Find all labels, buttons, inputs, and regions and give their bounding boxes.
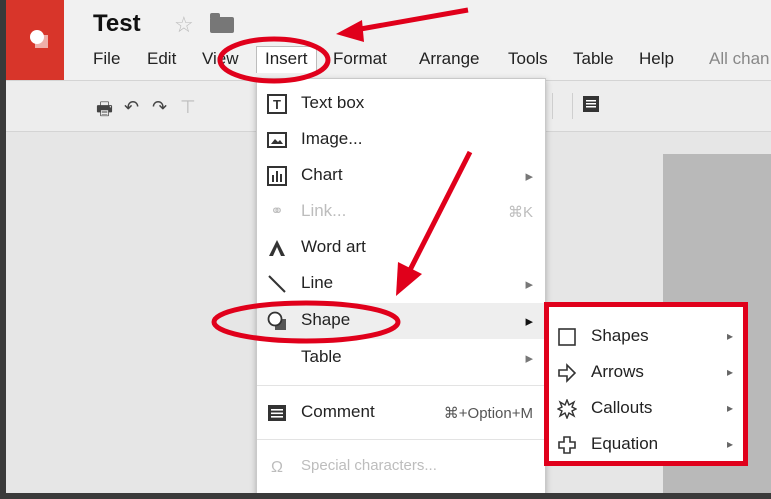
menu-item-label: Comment bbox=[301, 402, 375, 421]
menu-item-chart[interactable]: Chart ▸ bbox=[257, 158, 545, 194]
submenu-item-label: Callouts bbox=[591, 398, 653, 417]
square-icon bbox=[558, 328, 576, 346]
menu-item-link[interactable]: ⚭ Link... ⌘K bbox=[257, 194, 545, 230]
submenu-item-shapes[interactable]: Shapes ▸ bbox=[549, 319, 743, 355]
insert-menu-dropdown: T Text box Image... Chart ▸ ⚭ Link... ⌘K… bbox=[256, 78, 546, 493]
submenu-item-equation[interactable]: Equation ▸ bbox=[549, 427, 743, 463]
menu-item-label: Image... bbox=[301, 129, 363, 148]
menu-item-image[interactable]: Image... bbox=[257, 122, 545, 158]
undo-icon[interactable]: ↶ bbox=[124, 97, 139, 118]
paint-format-icon[interactable]: ⊤ bbox=[180, 97, 196, 118]
shape-submenu: Shapes ▸ Arrows ▸ Callouts ▸ Equation ▸ bbox=[544, 302, 748, 466]
menu-item-table[interactable]: Table ▸ bbox=[257, 340, 545, 376]
line-icon bbox=[268, 275, 286, 293]
menu-item-shortcut: ⌘+Option+M bbox=[443, 405, 533, 422]
toolbar-separator bbox=[552, 93, 553, 119]
menu-item-label: Table bbox=[301, 347, 342, 366]
word-art-icon bbox=[269, 240, 285, 256]
submenu-arrow-icon: ▸ bbox=[726, 329, 733, 343]
print-icon[interactable]: 🖶 bbox=[96, 97, 113, 127]
submenu-arrow-icon: ▸ bbox=[726, 401, 733, 415]
text-box-icon: T bbox=[267, 94, 287, 114]
submenu-item-label: Equation bbox=[591, 434, 659, 453]
submenu-arrow-icon: ▸ bbox=[525, 276, 533, 293]
save-status: All chan bbox=[709, 49, 770, 68]
menu-divider bbox=[257, 385, 545, 386]
menu-item-shortcut: ⌘K bbox=[507, 204, 533, 221]
submenu-item-label: Arrows bbox=[591, 362, 644, 381]
menu-file[interactable]: File bbox=[93, 49, 120, 69]
document-title[interactable]: Test bbox=[93, 10, 141, 38]
menu-item-label: Link... bbox=[301, 201, 347, 220]
submenu-item-arrows[interactable]: Arrows ▸ bbox=[549, 355, 743, 391]
svg-text:T: T bbox=[273, 97, 281, 112]
menu-view[interactable]: View bbox=[202, 49, 239, 69]
menu-item-label: Text box bbox=[301, 93, 365, 112]
menu-divider bbox=[257, 439, 545, 440]
shape-icon bbox=[267, 311, 286, 330]
menu-insert[interactable]: Insert bbox=[256, 46, 317, 73]
menu-arrange[interactable]: Arrange bbox=[419, 49, 479, 69]
callout-icon bbox=[557, 399, 577, 419]
presentation-logo-icon bbox=[30, 30, 48, 48]
menu-item-label: Shape bbox=[301, 310, 351, 329]
menu-edit[interactable]: Edit bbox=[147, 49, 176, 69]
star-icon[interactable]: ☆ bbox=[174, 12, 194, 38]
toolbar-separator bbox=[572, 93, 573, 119]
submenu-arrow-icon: ▸ bbox=[525, 350, 533, 367]
app-window: Test ☆ File Edit View Insert Format Arra… bbox=[6, 0, 771, 493]
menu-item-line[interactable]: Line ▸ bbox=[257, 266, 545, 302]
arrow-icon bbox=[558, 363, 577, 383]
menu-item-label: Line bbox=[301, 273, 334, 292]
submenu-arrow-icon: ▸ bbox=[726, 437, 733, 451]
menu-tools[interactable]: Tools bbox=[508, 49, 548, 69]
submenu-arrow-icon: ▸ bbox=[525, 168, 533, 185]
submenu-arrow-icon: ▸ bbox=[726, 365, 733, 379]
comment-icon bbox=[268, 405, 286, 421]
menu-item-comment[interactable]: Comment ⌘+Option+M bbox=[257, 395, 545, 431]
comment-icon[interactable] bbox=[582, 95, 600, 113]
chart-icon bbox=[267, 166, 287, 186]
menu-table[interactable]: Table bbox=[573, 49, 614, 69]
menu-help[interactable]: Help bbox=[639, 49, 674, 69]
redo-icon[interactable]: ↷ bbox=[152, 97, 167, 118]
submenu-arrow-icon: ▸ bbox=[525, 313, 533, 330]
menu-item-label: Word art bbox=[301, 237, 366, 256]
menu-item-text-box[interactable]: T Text box bbox=[257, 86, 545, 122]
app-header: Test ☆ File Edit View Insert Format Arra… bbox=[6, 0, 771, 80]
menu-item-word-art[interactable]: Word art bbox=[257, 230, 545, 266]
link-icon: ⚭ bbox=[270, 203, 284, 220]
plus-icon bbox=[558, 436, 576, 454]
menu-item-label: Special characters... bbox=[301, 457, 437, 474]
folder-icon[interactable] bbox=[210, 13, 234, 33]
menu-format[interactable]: Format bbox=[333, 49, 387, 69]
submenu-item-label: Shapes bbox=[591, 326, 649, 345]
omega-icon: Ω bbox=[271, 459, 283, 476]
menu-item-shape[interactable]: Shape ▸ bbox=[257, 303, 545, 339]
menu-item-label: Chart bbox=[301, 165, 343, 184]
submenu-item-callouts[interactable]: Callouts ▸ bbox=[549, 391, 743, 427]
menu-item-special-characters[interactable]: Ω Special characters... bbox=[257, 450, 545, 486]
image-icon bbox=[267, 132, 287, 148]
app-logo[interactable] bbox=[6, 0, 64, 80]
